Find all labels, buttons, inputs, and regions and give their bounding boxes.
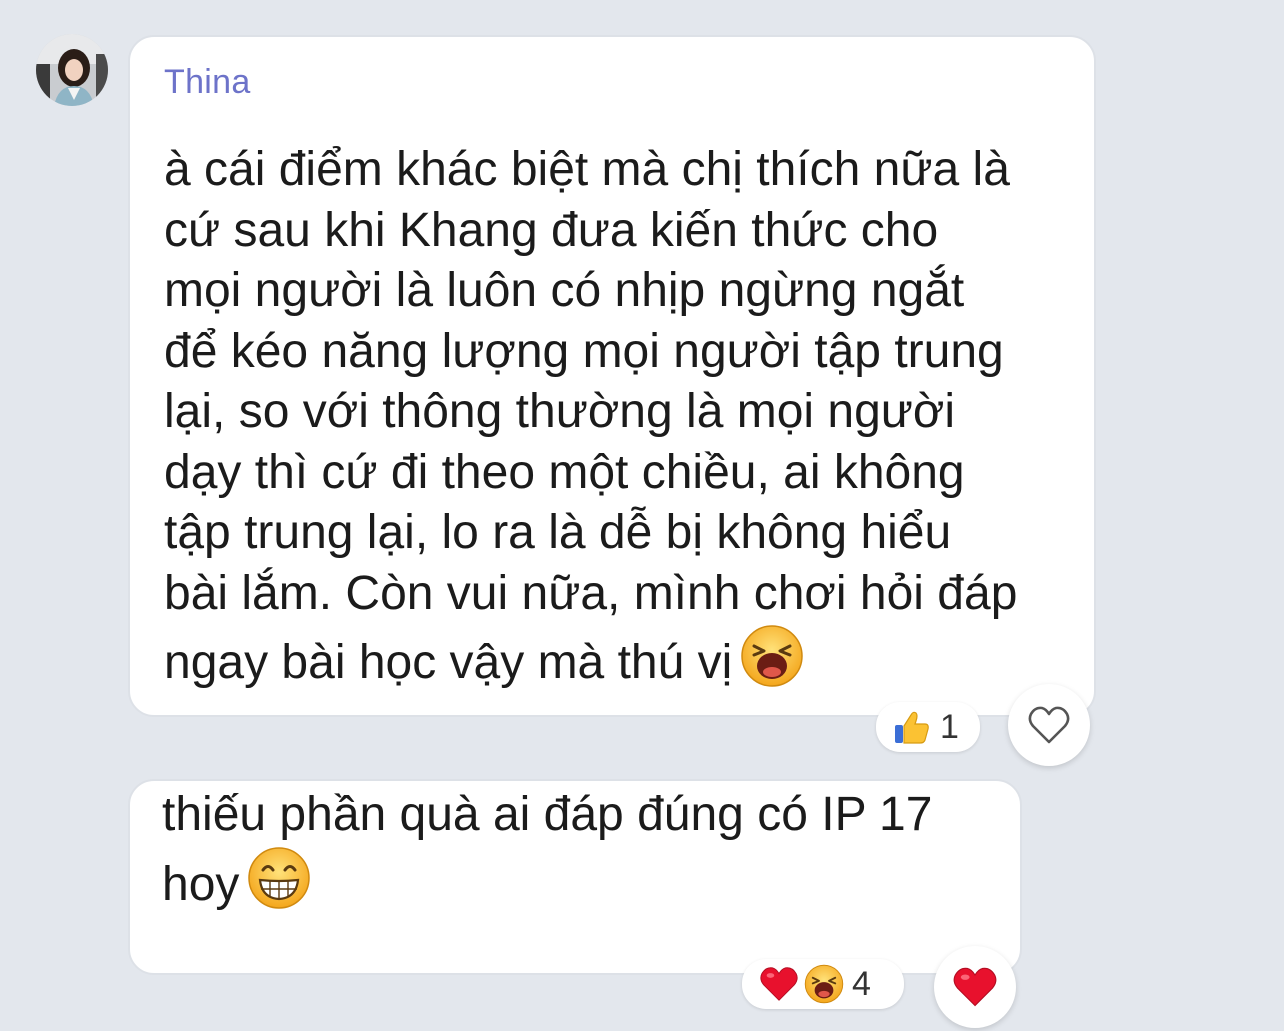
message-line-last: hoy (162, 846, 932, 911)
add-reaction-button[interactable] (934, 946, 1016, 1028)
message-line: lại, so với thông thường là mọi người (164, 385, 956, 438)
thumbs-up-icon (892, 707, 932, 747)
message-text: thiếu phần quà ai đáp đúng có IP 17 hoy (162, 785, 933, 911)
message-line: à cái điểm khác biệt mà chị thích nữa là (164, 143, 1010, 196)
message-line: bài lắm. Còn vui nữa, mình chơi hỏi đáp (164, 566, 1018, 620)
avatar-image (36, 34, 108, 106)
message-bubble[interactable]: Thina à cái điểm khác biệt mà chị thích … (128, 35, 1096, 717)
add-reaction-button[interactable] (1008, 684, 1090, 766)
message-line: tập trung lại, lo ra là dễ bị không hiểu (164, 506, 952, 559)
message-line: cứ sau khi Khang đưa kiến thức cho (164, 203, 939, 257)
message-line: thiếu phần quà ai đáp đúng có IP 17 (162, 788, 933, 841)
red-heart-icon (951, 965, 999, 1009)
reaction-count: 1 (940, 707, 959, 746)
reaction-summary[interactable]: 4 (742, 959, 904, 1009)
message-line: hoy (162, 857, 240, 911)
laughing-face-icon (740, 624, 804, 688)
heart-outline-icon (1027, 705, 1071, 745)
laughing-face-icon (804, 964, 844, 1004)
red-heart-icon (758, 965, 800, 1003)
message-text: à cái điểm khác biệt mà chị thích nữa là… (164, 140, 1018, 689)
sender-avatar[interactable] (36, 34, 108, 106)
reaction-count: 4 (852, 964, 871, 1003)
sender-name[interactable]: Thina (164, 63, 251, 102)
reaction-summary[interactable]: 1 (876, 702, 980, 752)
message-line-last: ngay bài học vậy mà thú vị (164, 624, 1017, 689)
message-line: dạy thì cứ đi theo một chiều, ai không (164, 445, 965, 499)
message-line: ngay bài học vậy mà thú vị (164, 636, 733, 689)
message-line: để kéo năng lượng mọi người tập trung (164, 324, 1004, 378)
message-line: mọi người là luôn có nhịp ngừng ngắt (164, 264, 965, 317)
grinning-face-icon (247, 846, 311, 910)
